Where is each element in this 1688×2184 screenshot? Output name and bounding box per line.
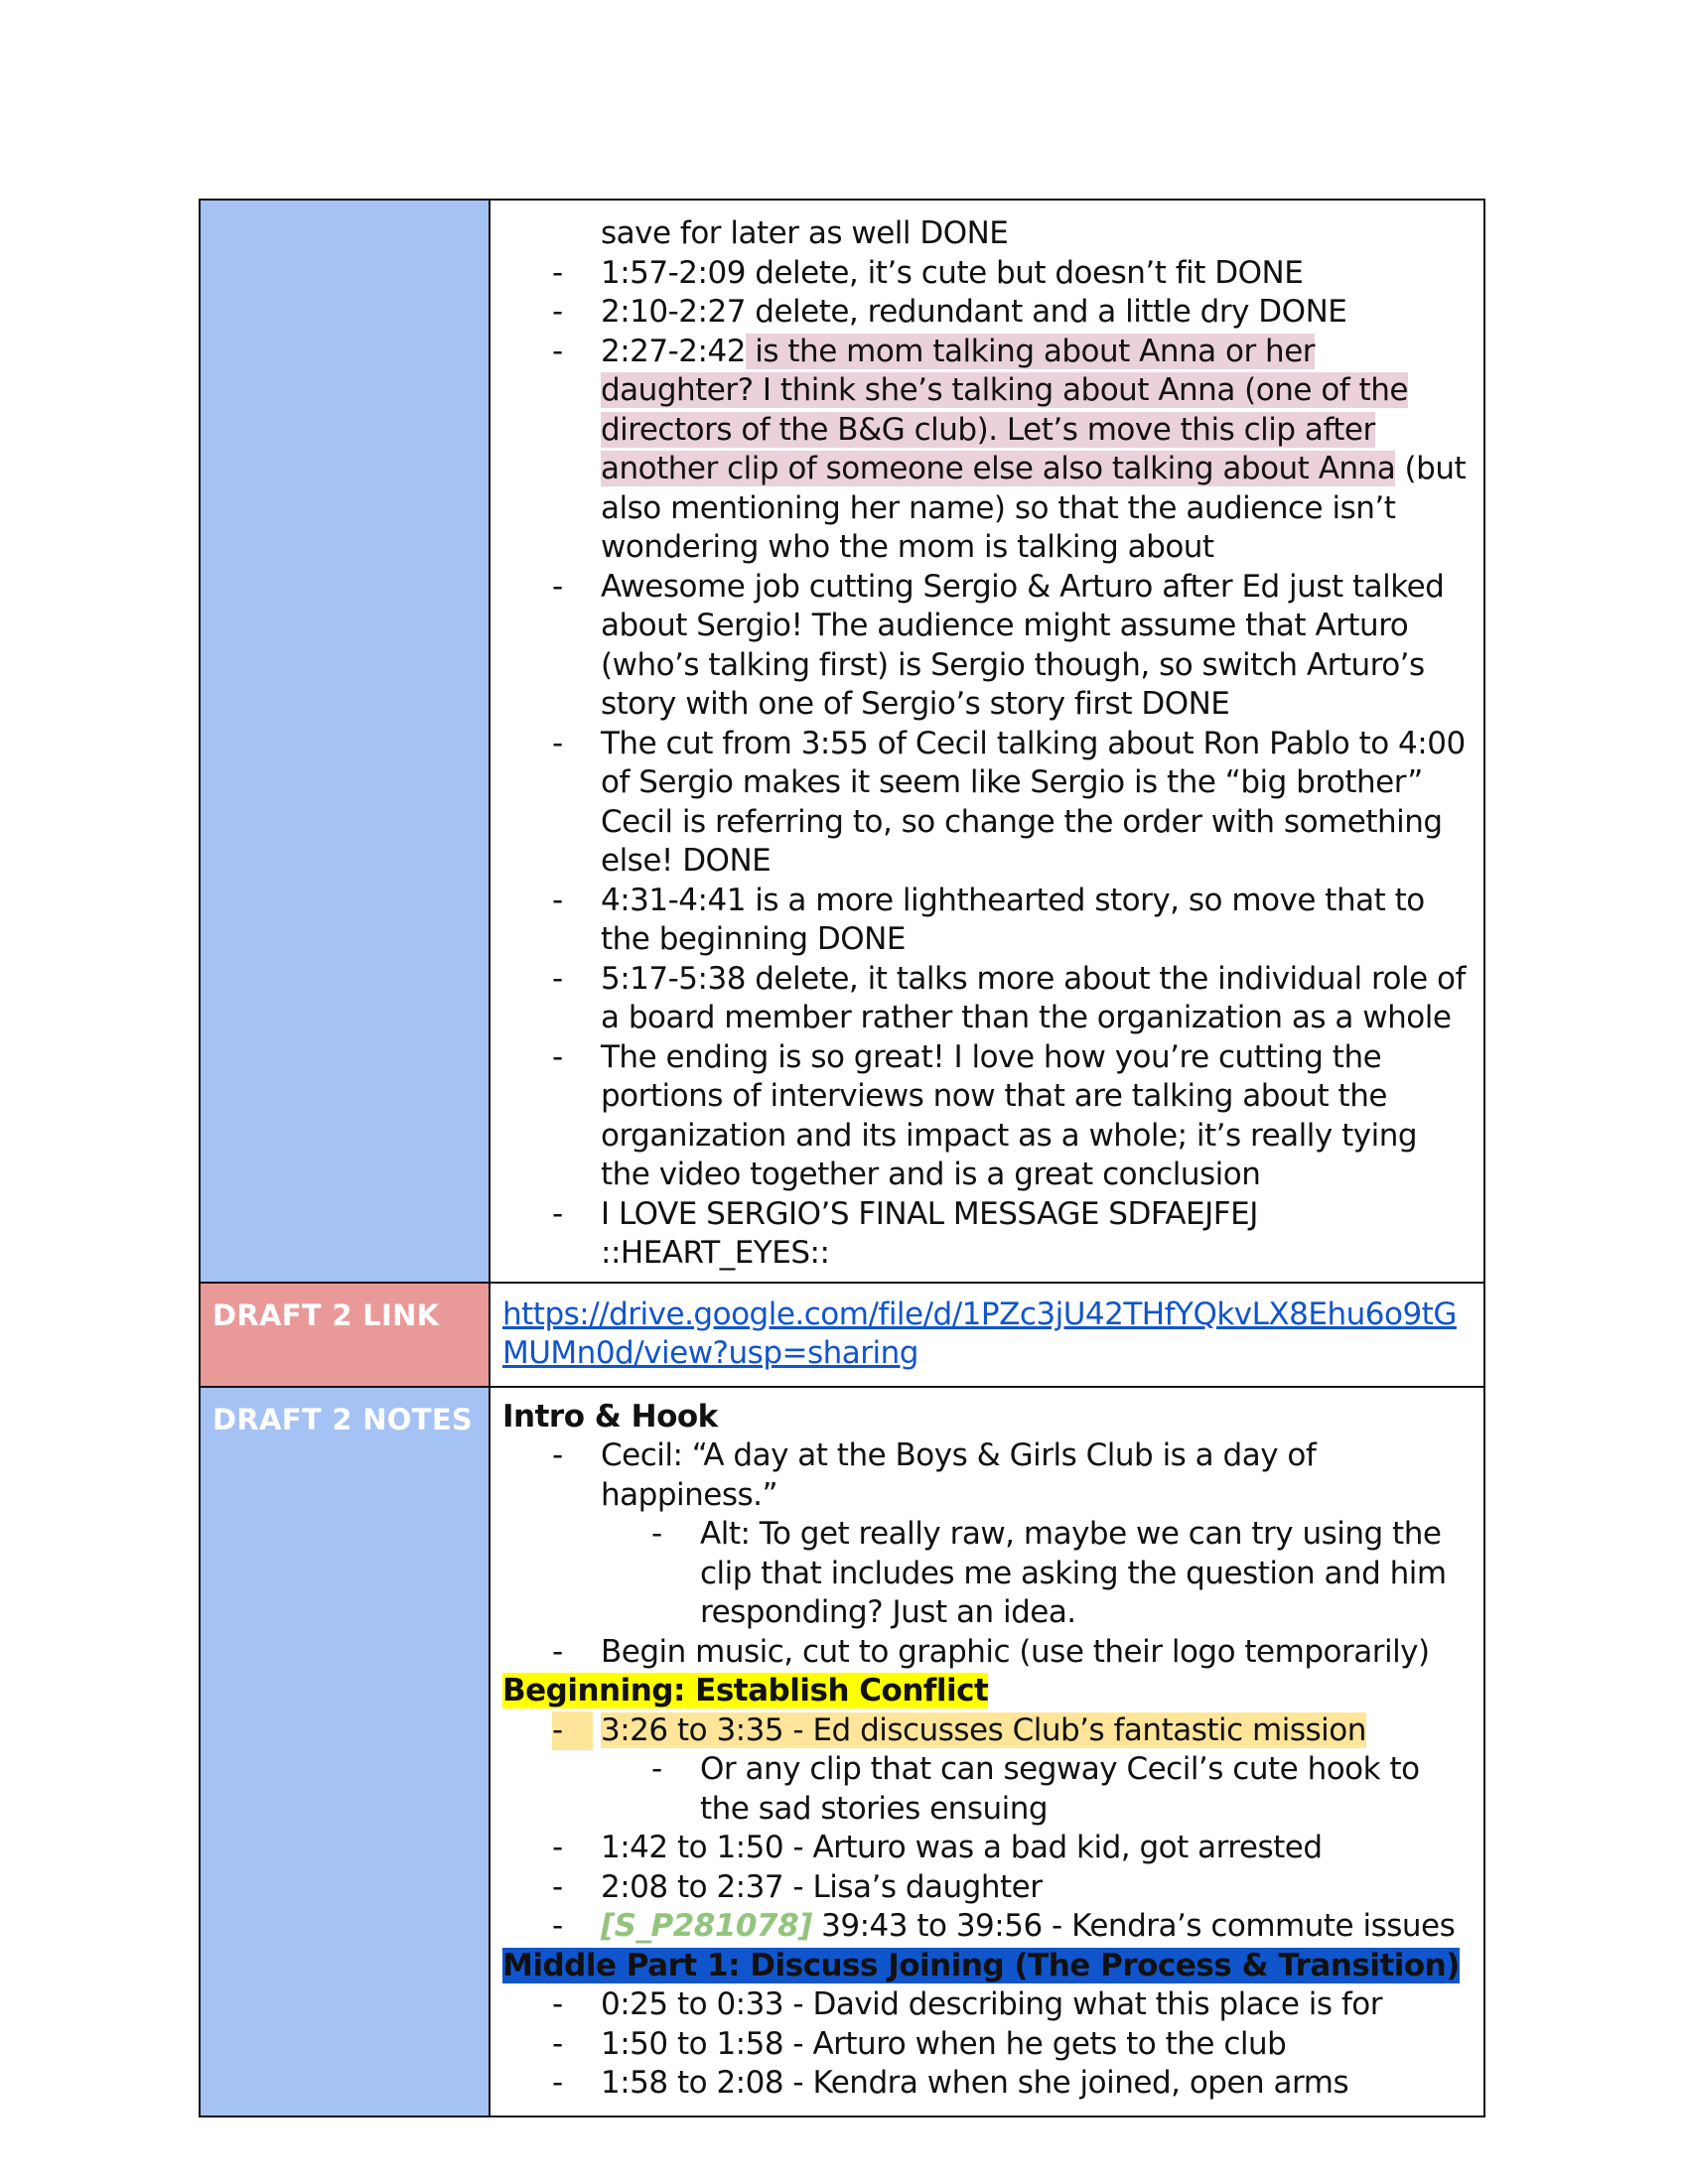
list-item: - [S_P281078] 39:43 to 39:56 - Kendra’s c…: [552, 1908, 1456, 1944]
label-cell-draft-2-link: DRAFT 2 LINK: [199, 1281, 491, 1388]
list-item: - The ending is so great! I love how you’…: [552, 1038, 1418, 1193]
content-cell-previous-notes: save for later as well DONE -1:57-2:09 d…: [489, 199, 1485, 1284]
notes-table: save for later as well DONE -1:57-2:09 d…: [199, 199, 1485, 2117]
content-cell-draft-2-link: https://drive.google.com/file/d/1PZc3jU4…: [489, 1281, 1485, 1388]
sub-list-item: - Or any clip that can segway Cecil’s cut…: [651, 1751, 1420, 1827]
list-item-highlighted: -3:26 to 3:35 - Ed discusses Club’s fant…: [502, 1710, 1472, 1750]
list-item: - The cut from 3:55 of Cecil talking abou…: [552, 725, 1466, 880]
list-item: -1:57-2:09 delete, it’s cute but doesn’t…: [552, 254, 1304, 291]
list-item: - Begin music, cut to graphic (use their …: [552, 1633, 1430, 1670]
row-label: DRAFT 2 LINK: [212, 1297, 440, 1332]
table-row-previous-notes: save for later as well DONE -1:57-2:09 d…: [199, 199, 1485, 1284]
content-cell-draft-2-notes: Intro & Hook - Cecil: “A day at the Boys …: [489, 1385, 1485, 2117]
list-item: -2:08 to 2:37 - Lisa’s daughter: [552, 1868, 1043, 1905]
clip-tag: [S_P281078]: [601, 1908, 812, 1944]
continuation-text: save for later as well DONE: [601, 215, 1009, 251]
list-item: -4:31-4:41 is a more lighthearted story,…: [552, 882, 1425, 958]
draft-2-link[interactable]: https://drive.google.com/file/d/1PZc3jU4…: [502, 1297, 1457, 1372]
list-item: -I LOVE SERGIO’S FINAL MESSAGE SDFAEJFEJ…: [552, 1195, 1258, 1272]
list-item: -1:42 to 1:50 - Arturo was a bad kid, go…: [552, 1830, 1323, 1865]
list-item: -2:10-2:27 delete, redundant and a littl…: [552, 294, 1347, 330]
section-heading-middle: Middle Part 1: Discuss Joining (The Proc…: [502, 1947, 1460, 1983]
row-label: DRAFT 2 NOTES: [212, 1402, 474, 1436]
section-heading-intro: Intro & Hook: [502, 1398, 718, 1434]
table-row-draft-2-notes: DRAFT 2 NOTES Intro & Hook - Cecil: “A da…: [199, 1385, 1485, 2117]
list-item: -5:17-5:38 delete, it talks more about t…: [552, 960, 1466, 1036]
sub-list-item: - Alt: To get really raw, maybe we can tr…: [651, 1516, 1447, 1630]
list-item: -1:50 to 1:58 - Arturo when he gets to t…: [552, 2025, 1287, 2062]
label-cell-draft-2-notes: DRAFT 2 NOTES: [199, 1385, 491, 2117]
list-item: -0:25 to 0:33 - David describing what th…: [552, 1986, 1383, 2022]
table-row-draft-2-link: DRAFT 2 LINK https://drive.google.com/fi…: [199, 1281, 1485, 1388]
section-heading-beginning: Beginning: Establish Conflict: [502, 1673, 989, 1708]
label-cell-empty: [199, 199, 491, 1284]
list-item: - Awesome job cutting Sergio & Arturo aft…: [552, 568, 1445, 723]
list-item: -2:27-2:42 is the mom talking about Anna…: [552, 333, 1467, 565]
list-item: -1:58 to 2:08 - Kendra when she joined, …: [552, 2065, 1349, 2101]
list-item: - Cecil: “A day at the Boys & Girls Club …: [552, 1437, 1317, 1513]
